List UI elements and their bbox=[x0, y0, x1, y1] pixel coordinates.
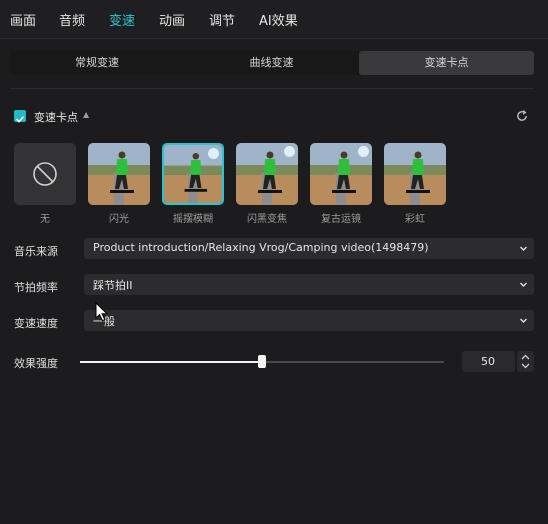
effect-none-thumb[interactable] bbox=[14, 143, 76, 205]
check-icon bbox=[15, 116, 25, 123]
section-title: 变速卡点 bbox=[34, 111, 78, 124]
speed-rate-select[interactable]: 一般 bbox=[84, 310, 534, 331]
mouse-cursor-icon bbox=[95, 302, 109, 322]
pro-badge-icon bbox=[358, 146, 369, 157]
effect-label: 复古运镜 bbox=[321, 214, 361, 225]
divider bbox=[10, 88, 534, 89]
decrement-arrow-icon[interactable] bbox=[521, 363, 530, 369]
effect-flash-thumb[interactable] bbox=[88, 143, 150, 205]
effect-label: 闪光 bbox=[109, 214, 129, 225]
effect-strength-value: 50 bbox=[481, 355, 495, 368]
increment-arrow-icon[interactable] bbox=[521, 354, 530, 360]
skateboarder-preview-image bbox=[88, 143, 150, 205]
speed-mode-tabs: 常规变速 曲线变速 变速卡点 bbox=[10, 51, 534, 75]
tab-adjust[interactable]: 调节 bbox=[209, 10, 235, 29]
music-source-value: Product introduction/Relaxing Vrog/Campi… bbox=[93, 241, 429, 254]
chevron-down-icon bbox=[520, 246, 527, 251]
speed-rate-label: 变速速度 bbox=[14, 317, 58, 330]
tab-ai-effects[interactable]: AI效果 bbox=[259, 10, 298, 29]
music-source-select[interactable]: Product introduction/Relaxing Vrog/Campi… bbox=[84, 238, 534, 259]
top-tab-bar: 画面 音频 变速 动画 调节 AI效果 bbox=[0, 0, 548, 39]
beat-speed-checkbox[interactable] bbox=[14, 110, 26, 123]
effect-label: 摇摆模糊 bbox=[173, 214, 213, 225]
collapse-caret-icon[interactable]: ▲ bbox=[83, 110, 89, 119]
beat-frequency-value: 踩节拍II bbox=[93, 279, 133, 292]
effect-strength-input[interactable]: 50 bbox=[462, 351, 515, 372]
effect-retro-camera-thumb[interactable] bbox=[310, 143, 372, 205]
pro-badge-icon bbox=[208, 148, 219, 159]
chevron-down-icon bbox=[520, 282, 527, 287]
effect-label: 闪黑变焦 bbox=[247, 214, 287, 225]
pro-badge-icon bbox=[284, 146, 295, 157]
effect-swing-blur-thumb[interactable] bbox=[162, 143, 224, 205]
effect-label: 无 bbox=[40, 214, 50, 225]
beat-frequency-label: 节拍频率 bbox=[14, 281, 58, 294]
prohibited-icon bbox=[33, 162, 57, 186]
music-source-label: 音乐来源 bbox=[14, 245, 58, 258]
effect-strength-label: 效果强度 bbox=[14, 357, 58, 370]
tab-curve-speed[interactable]: 曲线变速 bbox=[184, 51, 359, 75]
tab-speed[interactable]: 变速 bbox=[109, 10, 135, 29]
slider-fill bbox=[80, 361, 262, 363]
tab-picture[interactable]: 画面 bbox=[10, 10, 36, 29]
tab-audio[interactable]: 音频 bbox=[59, 10, 85, 29]
skateboarder-preview-image bbox=[384, 143, 446, 205]
slider-handle[interactable] bbox=[258, 355, 266, 368]
beat-frequency-select[interactable]: 踩节拍II bbox=[84, 274, 534, 295]
tab-beat-speed[interactable]: 变速卡点 bbox=[359, 51, 534, 75]
tab-animation[interactable]: 动画 bbox=[159, 10, 185, 29]
stepper-arrows[interactable] bbox=[517, 351, 534, 372]
reset-icon[interactable] bbox=[515, 108, 529, 127]
effect-rainbow-thumb[interactable] bbox=[384, 143, 446, 205]
tab-normal-speed[interactable]: 常规变速 bbox=[10, 51, 184, 75]
effect-flash-black-zoom-thumb[interactable] bbox=[236, 143, 298, 205]
effect-label: 彩虹 bbox=[405, 214, 425, 225]
chevron-down-icon bbox=[520, 318, 527, 323]
